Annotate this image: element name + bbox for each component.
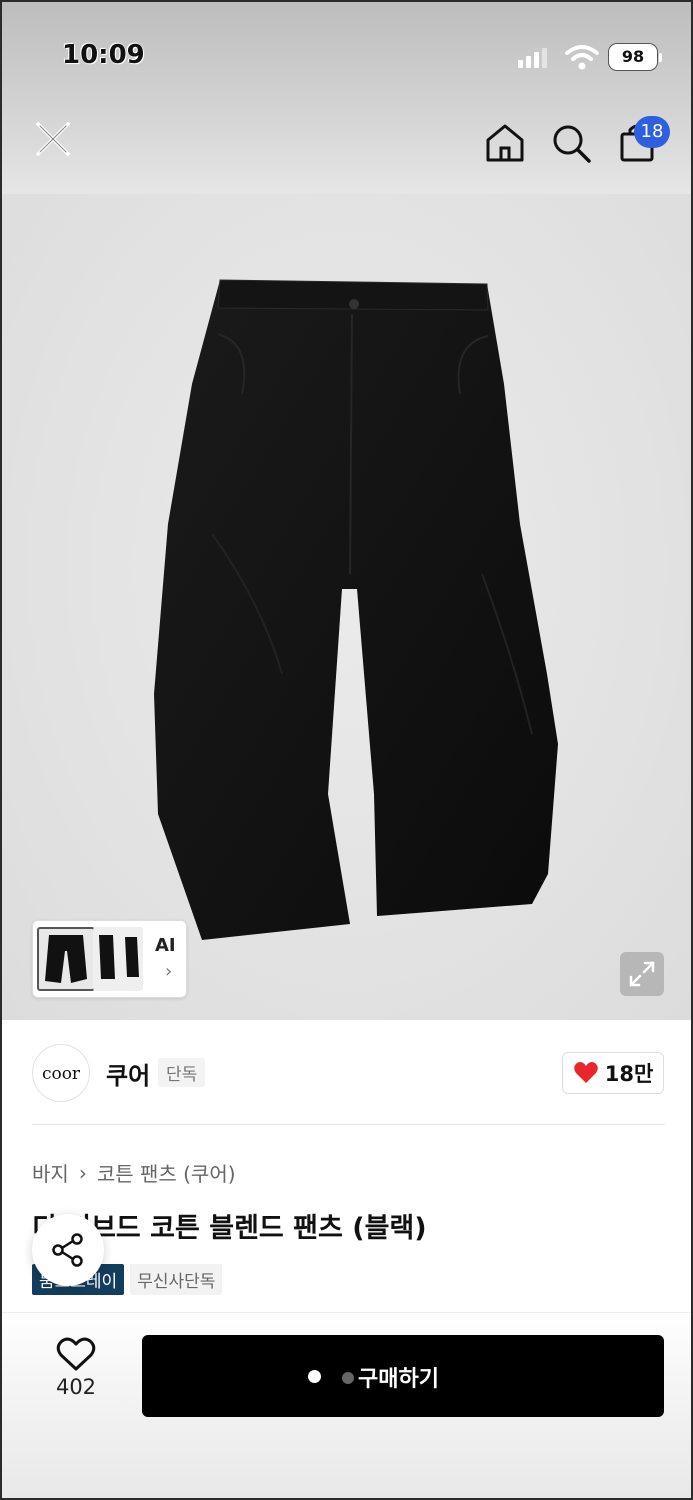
expand-icon xyxy=(629,961,655,987)
loading-dot xyxy=(342,1372,354,1384)
home-icon[interactable] xyxy=(484,122,526,164)
heart-icon xyxy=(573,1062,598,1083)
wifi-icon xyxy=(565,45,599,70)
divider xyxy=(32,1124,665,1125)
product-photo xyxy=(154,279,558,940)
exclusive-tag: 단독 xyxy=(158,1058,206,1087)
brand-like-button[interactable]: 18만 xyxy=(562,1052,664,1094)
top-area: 10:09 98 18 xyxy=(2,2,691,194)
brand-like-count: 18만 xyxy=(604,1062,654,1086)
brand-name[interactable]: 쿠어 xyxy=(106,1056,150,1091)
chevron-right-icon: › xyxy=(78,1160,87,1185)
status-time: 10:09 xyxy=(62,40,145,70)
cellular-signal-icon xyxy=(518,46,547,68)
thumbnail-pants xyxy=(45,935,87,983)
battery-indicator: 98 xyxy=(609,44,657,70)
brand-logo[interactable]: coor xyxy=(32,1044,90,1102)
breadcrumb: 바지 › 코튼 팬츠 (쿠어) xyxy=(32,1158,236,1187)
ai-thumbnail-strip[interactable]: AI › xyxy=(32,920,187,998)
thumbnail-pants xyxy=(125,937,139,977)
thumbnail-image[interactable] xyxy=(37,927,95,991)
ai-label: AI xyxy=(155,935,176,956)
wishlist-button[interactable]: 402 xyxy=(36,1337,116,1417)
app-screen: 10:09 98 18 AI › coor 쿠어 단독 18만 바지 › 코튼 … xyxy=(0,0,693,1500)
breadcrumb-category[interactable]: 바지 xyxy=(32,1158,69,1187)
close-icon[interactable] xyxy=(30,116,76,162)
thumbnail-image[interactable] xyxy=(119,927,143,991)
search-icon[interactable] xyxy=(550,122,592,164)
wishlist-count: 402 xyxy=(55,1375,97,1399)
cart-count-badge: 18 xyxy=(634,116,670,148)
battery-tip xyxy=(659,53,662,62)
thumbnail-pants xyxy=(99,935,115,979)
expand-button[interactable] xyxy=(620,952,664,996)
thumbnail-image[interactable] xyxy=(93,927,121,991)
chevron-right-icon: › xyxy=(165,961,173,982)
heart-icon xyxy=(56,1337,96,1371)
breadcrumb-subcategory[interactable]: 코튼 팬츠 (쿠어) xyxy=(97,1158,236,1187)
status-bar: 10:09 98 xyxy=(2,2,691,102)
share-icon xyxy=(52,1233,83,1267)
brand-row: coor 쿠어 단독 18만 xyxy=(2,1022,691,1124)
buy-button-label: 구매하기 xyxy=(358,1367,439,1392)
top-nav xyxy=(2,102,691,194)
product-image[interactable]: AI › xyxy=(2,194,691,1020)
share-button[interactable] xyxy=(32,1214,104,1286)
buy-button[interactable]: 구매하기 xyxy=(142,1335,664,1417)
bottom-action-bar: 402 구매하기 xyxy=(2,1312,691,1498)
product-badge: 무신사단독 xyxy=(130,1264,223,1295)
loading-dot xyxy=(308,1370,321,1383)
